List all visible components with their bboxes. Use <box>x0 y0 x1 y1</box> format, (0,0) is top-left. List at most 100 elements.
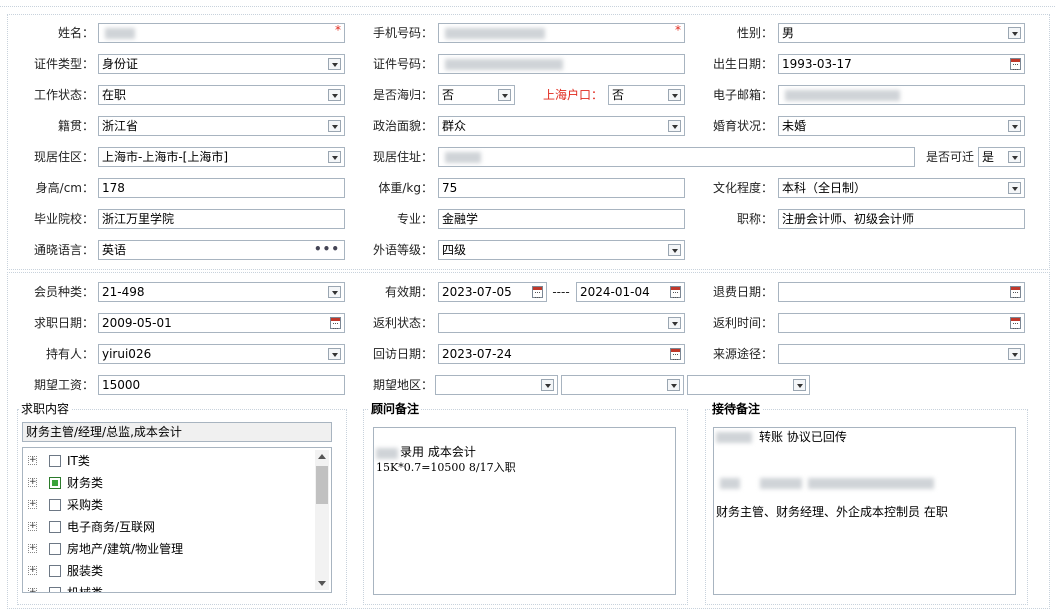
validity-start-field[interactable]: 2023-07-05 <box>438 282 547 302</box>
job-category-tree[interactable]: + IT类 + 财务类 + 采购类 + 电子商务/互联网 + 房地产/建筑/物业管理 + 服装类 + 机械… <box>22 447 332 593</box>
name-label: 姓名： <box>57 26 94 40</box>
reception-note-line3: 财务主管、财务经理、外企成本控制员 在职 <box>716 505 948 519</box>
consultant-note-line1: 录用 成本会计 <box>400 445 476 459</box>
work-status-select[interactable]: 在职 <box>98 85 345 105</box>
relocate-select[interactable]: 是 <box>978 147 1025 167</box>
school-field[interactable]: 浙江万里学院 <box>98 209 345 229</box>
salary-field[interactable]: 15000 <box>98 375 345 395</box>
calendar-icon[interactable] <box>1010 286 1021 298</box>
calendar-icon[interactable] <box>670 348 681 360</box>
tree-item-label: 服装类 <box>67 564 104 578</box>
tree-item-label: 电子商务/互联网 <box>67 520 156 534</box>
phone-blurred <box>445 28 545 39</box>
gender-select[interactable]: 男 <box>778 23 1025 43</box>
language-field[interactable]: 英语 ••• <box>98 240 345 260</box>
expand-icon[interactable]: + <box>28 456 37 465</box>
tree-checkbox[interactable] <box>49 499 61 511</box>
height-field[interactable]: 178 <box>98 178 345 198</box>
political-select[interactable]: 群众 <box>438 116 685 136</box>
expand-icon[interactable]: + <box>28 522 37 531</box>
weight-label: 体重/kg： <box>378 181 433 195</box>
scroll-thumb[interactable] <box>316 466 328 504</box>
validity-end-value: 2024-01-04 <box>580 285 650 299</box>
residence-area-select[interactable]: 上海市-上海市-[上海市] <box>98 147 345 167</box>
calendar-icon[interactable] <box>1010 317 1021 329</box>
tree-item-label: IT类 <box>67 454 90 468</box>
lang-level-select[interactable]: 四级 <box>438 240 685 260</box>
overseas-select[interactable]: 否 <box>438 85 515 105</box>
shanghai-hukou-select[interactable]: 否 <box>608 85 685 105</box>
address-field[interactable] <box>438 147 915 167</box>
chevron-down-icon <box>328 120 341 132</box>
job-date-field[interactable]: 2009-05-01 <box>98 313 345 333</box>
job-content-legend: 求职内容 <box>19 402 72 416</box>
tree-checkbox[interactable] <box>49 565 61 577</box>
job-date-value: 2009-05-01 <box>102 316 172 330</box>
refund-date-label: 退费日期： <box>712 285 773 299</box>
tree-rows: + IT类 + 财务类 + 采购类 + 电子商务/互联网 + 房地产/建筑/物业管理 + 服装类 + 机械… <box>23 450 315 592</box>
chevron-down-icon <box>328 348 341 360</box>
phone-field[interactable]: * <box>438 23 685 43</box>
address-blurred <box>445 152 481 163</box>
id-number-blurred <box>445 59 563 70</box>
origin-select[interactable]: 浙江省 <box>98 116 345 136</box>
work-status-label: 工作状态： <box>33 88 94 102</box>
more-options-icon[interactable]: ••• <box>314 241 340 258</box>
tree-checkbox[interactable] <box>49 587 61 592</box>
consultant-note-textarea[interactable]: 录用 成本会计 15K*0.7=10500 8/17入职 <box>373 427 676 595</box>
scroll-up-icon[interactable] <box>315 450 329 464</box>
tree-checkbox[interactable] <box>49 455 61 467</box>
relocate-label: 是否可迁 <box>925 150 974 164</box>
tree-checkbox[interactable] <box>49 477 61 489</box>
id-type-label: 证件类型： <box>33 57 94 71</box>
rebate-time-field[interactable] <box>778 313 1025 333</box>
tree-scrollbar[interactable] <box>315 450 329 590</box>
gender-value: 男 <box>782 26 795 40</box>
calendar-icon[interactable] <box>670 286 681 298</box>
birth-date-field[interactable]: 1993-03-17 <box>778 54 1025 74</box>
expand-icon[interactable]: + <box>28 566 37 575</box>
expand-icon[interactable]: + <box>28 478 37 487</box>
scroll-down-icon[interactable] <box>315 576 329 590</box>
chevron-down-icon <box>328 151 341 163</box>
region-district-select[interactable] <box>687 375 810 395</box>
reception-note-legend: 接待备注 <box>710 402 763 416</box>
id-type-select[interactable]: 身份证 <box>98 54 345 74</box>
name-field[interactable]: * <box>98 23 345 43</box>
chevron-down-icon <box>1008 182 1021 194</box>
chevron-down-icon <box>668 120 681 132</box>
member-type-select[interactable]: 21-498 <box>98 282 345 302</box>
region-province-select[interactable] <box>435 375 558 395</box>
validity-end-field[interactable]: 2024-01-04 <box>576 282 685 302</box>
chevron-down-icon <box>667 379 680 391</box>
email-field[interactable] <box>778 85 1025 105</box>
region-city-select[interactable] <box>561 375 684 395</box>
calendar-icon[interactable] <box>330 317 341 329</box>
holder-select[interactable]: yirui026 <box>98 344 345 364</box>
region-label: 期望地区： <box>372 378 433 392</box>
address-label: 现居住址： <box>372 150 433 164</box>
tree-checkbox[interactable] <box>49 543 61 555</box>
visit-date-field[interactable]: 2023-07-24 <box>438 344 685 364</box>
weight-field[interactable]: 75 <box>438 178 685 198</box>
calendar-icon[interactable] <box>532 286 543 298</box>
professional-title-field[interactable]: 注册会计师、初级会计师 <box>778 209 1025 229</box>
tree-checkbox[interactable] <box>49 521 61 533</box>
refund-date-field[interactable] <box>778 282 1025 302</box>
reception-note-textarea[interactable]: 转账 协议已回传 财务主管、财务经理、外企成本控制员 在职 <box>713 427 1016 595</box>
reception-note-blurred <box>760 478 802 489</box>
education-select[interactable]: 本科（全日制） <box>778 178 1025 198</box>
source-select[interactable] <box>778 344 1025 364</box>
origin-value: 浙江省 <box>102 119 139 133</box>
chevron-down-icon <box>1008 151 1021 163</box>
id-number-field[interactable] <box>438 54 685 74</box>
expand-icon[interactable]: + <box>28 544 37 553</box>
calendar-icon[interactable] <box>1010 58 1021 70</box>
name-blurred <box>105 28 135 39</box>
rebate-time-label: 返利时间： <box>712 316 773 330</box>
rebate-status-select[interactable] <box>438 313 685 333</box>
expand-icon[interactable]: + <box>28 588 37 592</box>
marital-select[interactable]: 未婚 <box>778 116 1025 136</box>
expand-icon[interactable]: + <box>28 500 37 509</box>
major-field[interactable]: 金融学 <box>438 209 685 229</box>
